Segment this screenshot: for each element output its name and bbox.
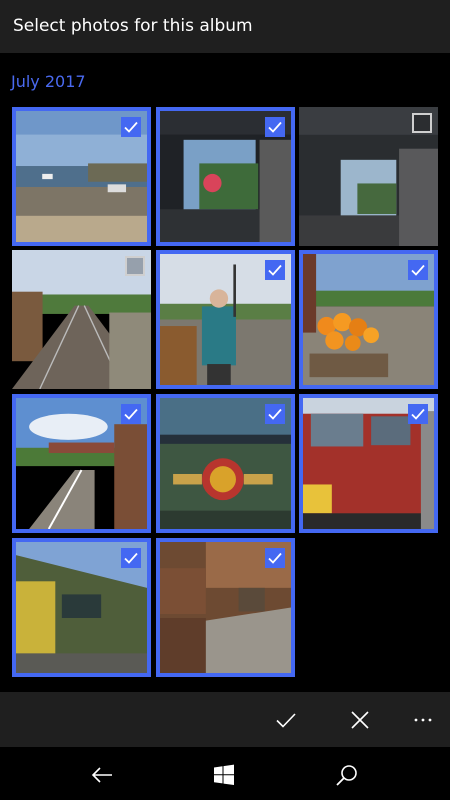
back-arrow-icon <box>91 767 112 783</box>
photo-tunnel[interactable] <box>299 107 438 246</box>
photo-red-diesel-locomotive[interactable] <box>299 394 438 533</box>
page-title: Select photos for this album <box>13 16 253 36</box>
title-bar: Select photos for this album <box>0 0 450 53</box>
home-button[interactable] <box>206 757 242 793</box>
photo-man-on-platform[interactable] <box>156 250 295 389</box>
checkmark-icon <box>124 408 138 420</box>
checkbox-unchecked[interactable] <box>412 113 432 133</box>
checkbox-checked[interactable] <box>408 404 428 424</box>
app-bar <box>0 692 450 747</box>
checkmark-icon <box>124 552 138 564</box>
search-icon <box>336 765 357 786</box>
photo-british-railways-emblem[interactable] <box>156 394 295 533</box>
checkbox-unchecked[interactable] <box>125 256 145 276</box>
checkmark-icon <box>268 552 282 564</box>
checkbox-checked[interactable] <box>121 117 141 137</box>
accept-button[interactable] <box>268 702 304 738</box>
photo-harbour[interactable] <box>12 107 151 246</box>
back-button[interactable] <box>84 757 120 793</box>
checkbox-checked[interactable] <box>265 404 285 424</box>
photo-railway-tracks[interactable] <box>12 250 151 389</box>
checkmark-icon <box>268 121 282 133</box>
photo-footbridge-station[interactable] <box>12 394 151 533</box>
cancel-button[interactable] <box>342 702 378 738</box>
checkbox-checked[interactable] <box>265 260 285 280</box>
checkbox-checked[interactable] <box>121 404 141 424</box>
navigation-bar <box>0 747 450 800</box>
more-icon <box>414 718 432 722</box>
photo-green-diesel-locomotive[interactable] <box>12 538 151 677</box>
photo-flowers-platform[interactable] <box>299 250 438 389</box>
checkmark-icon <box>276 713 296 728</box>
checkbox-checked[interactable] <box>265 548 285 568</box>
photo-luggage-platform[interactable] <box>156 538 295 677</box>
checkmark-icon <box>411 408 425 420</box>
checkbox-checked[interactable] <box>408 260 428 280</box>
checkmark-icon <box>268 408 282 420</box>
photo-tunnel-garden[interactable] <box>156 107 295 246</box>
checkbox-checked[interactable] <box>121 548 141 568</box>
more-button[interactable] <box>405 702 441 738</box>
search-button[interactable] <box>329 757 365 793</box>
close-icon <box>351 711 369 729</box>
checkmark-icon <box>268 264 282 276</box>
section-date-label: July 2017 <box>11 72 86 91</box>
windows-logo-icon <box>214 764 234 785</box>
checkmark-icon <box>124 121 138 133</box>
checkbox-checked[interactable] <box>265 117 285 137</box>
checkmark-icon <box>411 264 425 276</box>
